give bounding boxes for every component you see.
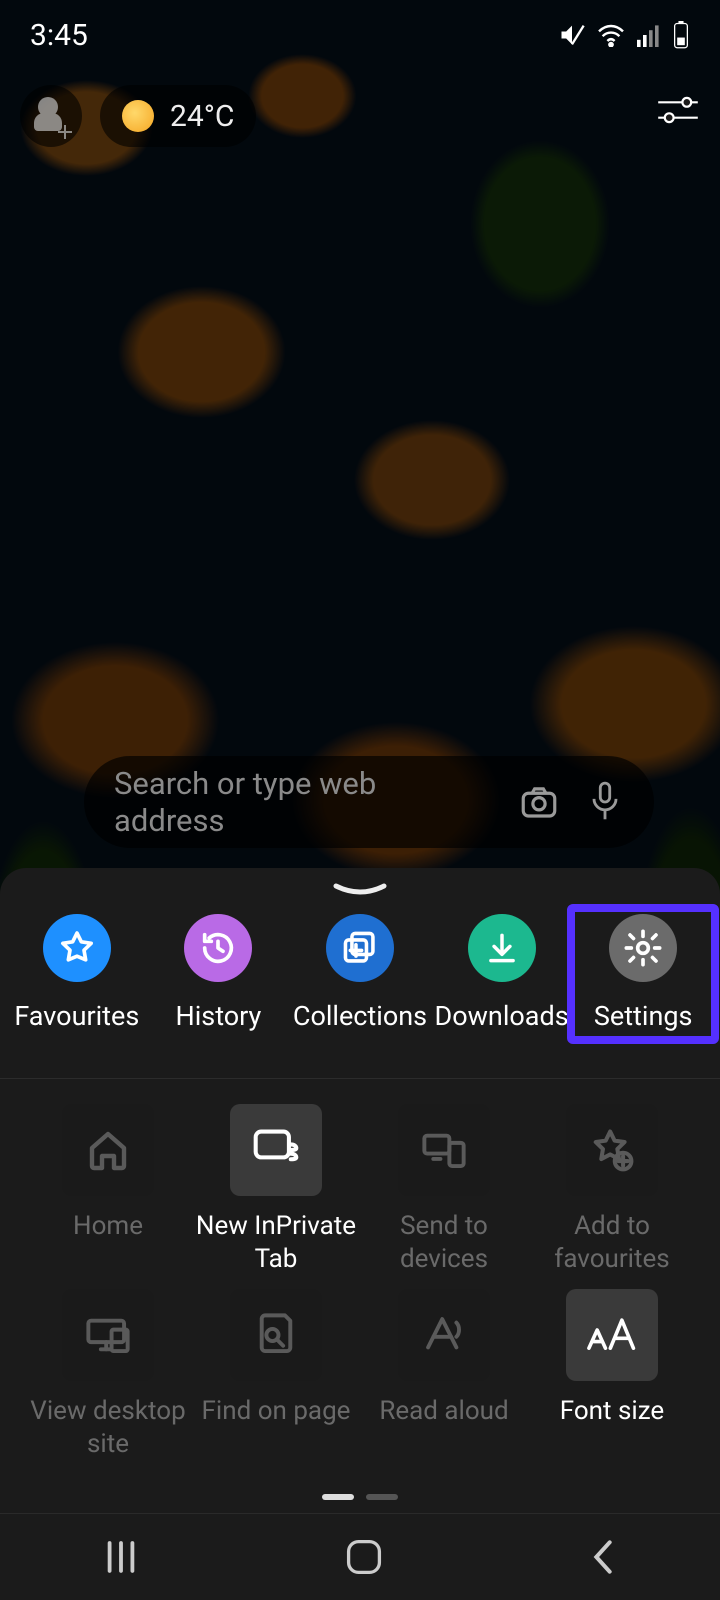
action-home[interactable]: Home [24, 1104, 192, 1275]
wifi-icon [596, 23, 626, 47]
mic-icon[interactable] [586, 780, 624, 824]
sun-icon [122, 100, 154, 132]
temperature-text: 24°C [170, 99, 234, 134]
menu-settings[interactable]: Settings [573, 914, 713, 1032]
menu-label: Collections [293, 1000, 427, 1032]
action-inprivate[interactable]: New InPrivate Tab [192, 1104, 360, 1275]
address-bar[interactable]: Search or type web address [84, 756, 654, 848]
gear-icon [609, 914, 677, 982]
menu-label: History [175, 1000, 261, 1032]
action-label: Home [73, 1210, 143, 1274]
profile-chip[interactable] [20, 85, 82, 147]
customize-icon[interactable] [656, 92, 700, 128]
recents-button[interactable] [100, 1538, 142, 1576]
send-devices-icon [398, 1104, 490, 1196]
menu-collections[interactable]: Collections [290, 914, 430, 1032]
clock: 3:45 [30, 18, 88, 53]
action-label: Send to devices [360, 1210, 528, 1275]
home-icon [62, 1104, 154, 1196]
star-icon [43, 914, 111, 982]
menu-history[interactable]: History [148, 914, 288, 1032]
back-button[interactable] [586, 1537, 620, 1577]
action-find[interactable]: Find on page [192, 1289, 360, 1460]
action-label: Read aloud [379, 1395, 508, 1459]
history-icon [184, 914, 252, 982]
download-icon [468, 914, 536, 982]
inprivate-icon [230, 1104, 322, 1196]
read-aloud-icon [398, 1289, 490, 1381]
page-indicator [0, 1494, 720, 1500]
address-placeholder: Search or type web address [114, 765, 492, 839]
menu-label: Downloads [435, 1000, 569, 1032]
action-send-devices[interactable]: Send to devices [360, 1104, 528, 1275]
drag-handle[interactable] [332, 882, 388, 898]
action-label: Add to favourites [528, 1210, 696, 1275]
action-font-size[interactable]: Font size [528, 1289, 696, 1460]
weather-chip[interactable]: 24°C [100, 85, 256, 147]
menu-downloads[interactable]: Downloads [432, 914, 572, 1032]
menu-favourites[interactable]: Favourites [7, 914, 147, 1032]
action-label: Find on page [202, 1395, 351, 1459]
system-nav-bar [0, 1513, 720, 1600]
camera-icon[interactable] [518, 781, 560, 823]
collections-icon [326, 914, 394, 982]
action-label: Font size [560, 1395, 664, 1459]
menu-label: Favourites [14, 1000, 139, 1032]
mute-icon [558, 21, 586, 49]
menu-label: Settings [594, 1000, 693, 1032]
profile-add-icon [34, 99, 68, 133]
page-dot-1[interactable] [322, 1494, 354, 1500]
action-star-plus[interactable]: Add to favourites [528, 1104, 696, 1275]
star-plus-icon [566, 1104, 658, 1196]
font-size-icon [566, 1289, 658, 1381]
desktop-icon [62, 1289, 154, 1381]
home-button[interactable] [342, 1535, 386, 1579]
action-read-aloud[interactable]: Read aloud [360, 1289, 528, 1460]
find-icon [230, 1289, 322, 1381]
action-label: New InPrivate Tab [192, 1210, 360, 1275]
overflow-menu: Favourites History CollectionsDownloads Set… [0, 868, 720, 1600]
top-chip-row: 24°C [20, 80, 700, 152]
page-dot-2[interactable] [366, 1494, 398, 1500]
status-bar: 3:45 [0, 0, 720, 70]
action-label: View desktop site [24, 1395, 192, 1460]
divider [0, 1078, 720, 1079]
action-desktop[interactable]: View desktop site [24, 1289, 192, 1460]
signal-icon [636, 23, 662, 47]
battery-icon [672, 21, 690, 49]
